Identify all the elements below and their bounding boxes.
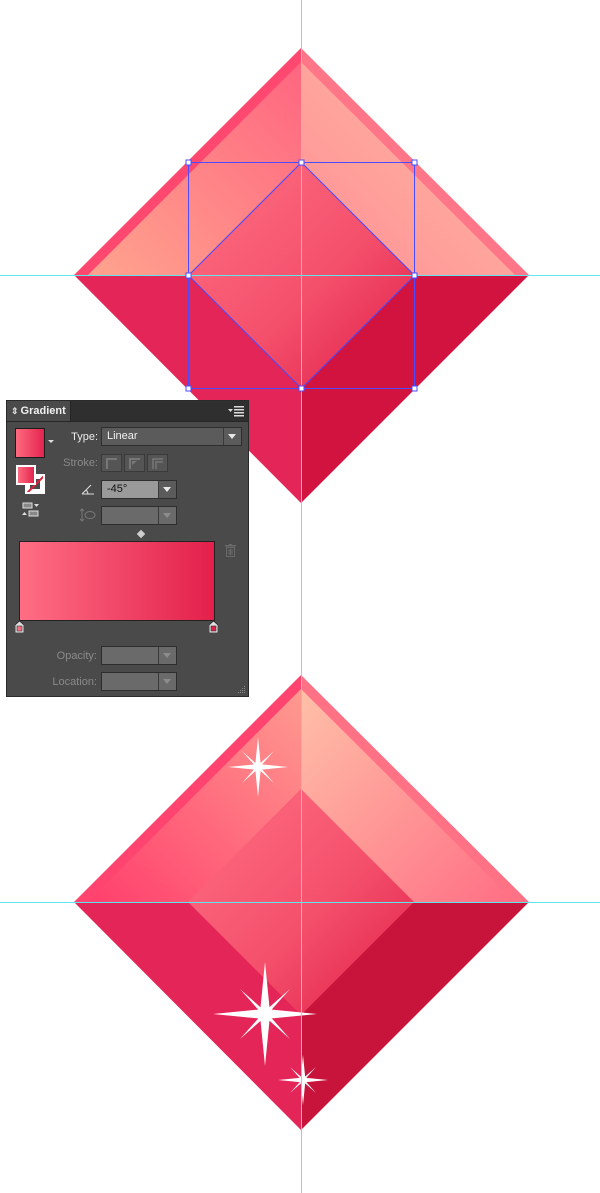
opacity-label: Opacity: xyxy=(56,650,97,662)
angle-value[interactable]: -45° xyxy=(107,483,127,495)
stroke-along-button xyxy=(124,454,145,472)
panel-title: Gradient xyxy=(20,405,66,417)
fill-swatch[interactable] xyxy=(16,465,36,485)
sparkle-core-0 xyxy=(254,763,262,771)
panel-tab-bar: ⇕ Gradient xyxy=(7,401,248,422)
guide-horizontal-bottom[interactable] xyxy=(0,902,600,903)
gradient-midpoint-slider[interactable] xyxy=(136,529,146,539)
angle-icon xyxy=(81,484,94,495)
stroke-across-icon xyxy=(152,458,163,469)
guide-vertical[interactable] xyxy=(301,0,302,1193)
aspect-ratio-dropdown-icon xyxy=(158,507,176,524)
panel-menu-icon[interactable] xyxy=(228,405,244,417)
gradient-ramp[interactable] xyxy=(19,541,215,621)
aspect-ratio-field xyxy=(101,506,177,525)
gradient-swatch-dropdown-icon[interactable] xyxy=(48,440,54,443)
stroke-along-icon xyxy=(129,458,140,469)
stroke-within-button xyxy=(101,454,122,472)
type-value: Linear xyxy=(107,430,138,442)
gradient-stop-1[interactable] xyxy=(209,621,218,633)
resize-grip-icon[interactable] xyxy=(237,685,246,694)
tab-gradient[interactable]: ⇕ Gradient xyxy=(7,401,71,421)
gradient-stop-0[interactable] xyxy=(15,621,24,633)
stroke-label: Stroke: xyxy=(63,457,98,469)
stroke-across-button xyxy=(147,454,168,472)
delete-stop-icon[interactable] xyxy=(225,544,236,557)
angle-dropdown-icon[interactable] xyxy=(158,481,176,498)
reverse-gradient-icon[interactable] xyxy=(21,502,41,518)
aspect-ratio-icon xyxy=(80,508,96,522)
opacity-field xyxy=(101,646,177,665)
type-select[interactable]: Linear xyxy=(101,427,242,446)
location-label: Location: xyxy=(52,676,97,688)
guide-horizontal-top[interactable] xyxy=(0,275,600,276)
stroke-within-icon xyxy=(106,458,117,469)
type-label: Type: xyxy=(71,431,98,443)
type-dropdown-icon[interactable] xyxy=(223,428,241,445)
location-dropdown-icon xyxy=(158,673,176,690)
gradient-panel: ⇕ Gradient Type: Linear Stroke: -45° Opa… xyxy=(6,400,249,697)
location-field xyxy=(101,672,177,691)
sparkle-core-1 xyxy=(258,1007,272,1021)
gradient-swatch[interactable] xyxy=(15,428,45,458)
collapse-arrows-icon[interactable]: ⇕ xyxy=(11,406,19,417)
angle-field[interactable]: -45° xyxy=(101,480,177,499)
opacity-dropdown-icon xyxy=(158,647,176,664)
